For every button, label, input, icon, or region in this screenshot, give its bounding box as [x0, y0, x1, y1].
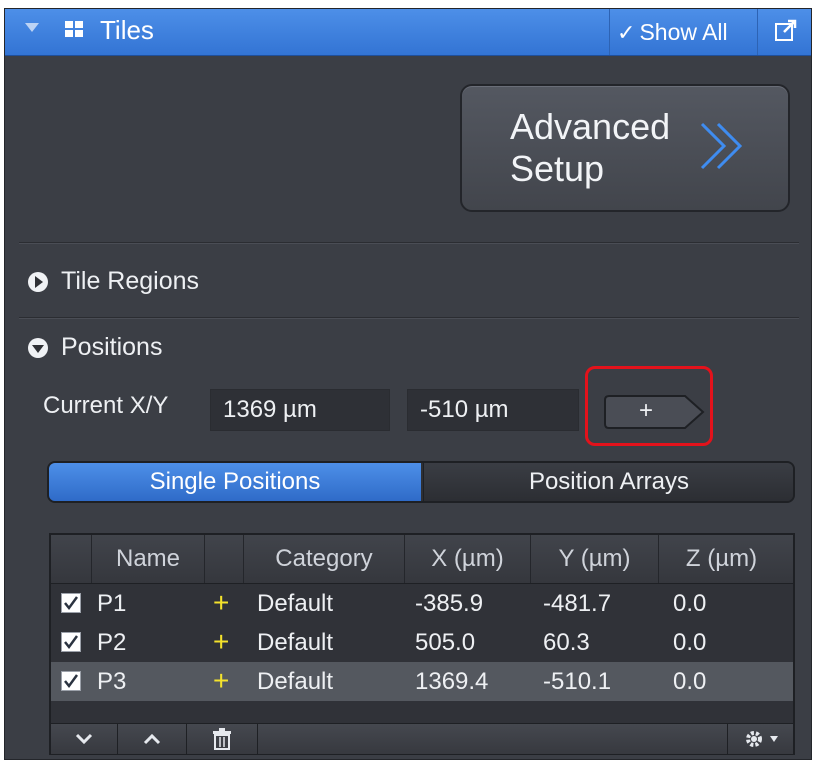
table-footer-toolbar [51, 723, 793, 754]
row-z: 0.0 [673, 668, 707, 695]
row-x: -385.9 [415, 590, 484, 617]
table-settings-button[interactable] [727, 724, 794, 754]
row-x: 505.0 [415, 629, 476, 656]
positions-table: Name Category X (µm) Y (µm) Z (µm) P1 + … [49, 533, 795, 755]
trash-icon [213, 728, 231, 750]
table-row-selected[interactable]: P3 + Default 1369.4 -510.1 0.0 [51, 662, 793, 701]
row-y: -510.1 [543, 668, 612, 695]
tab-position-arrays[interactable]: Position Arrays [423, 463, 793, 501]
check-icon: ✓ [617, 20, 636, 45]
row-name: P1 [97, 590, 127, 617]
column-header-marker[interactable] [204, 535, 243, 583]
column-header-x[interactable]: X (µm) [404, 535, 530, 583]
tiles-panel: Tiles ✓ Show All Advanced Setup Tile Regi… [4, 8, 812, 760]
column-header-y[interactable]: Y (µm) [530, 535, 658, 583]
expand-right-icon [28, 272, 48, 293]
delete-position-button[interactable] [187, 724, 258, 754]
undock-icon[interactable] [775, 19, 797, 41]
row-category: Default [257, 629, 334, 656]
row-checkbox[interactable] [61, 593, 81, 613]
tile-regions-section-toggle[interactable]: Tile Regions [27, 267, 199, 301]
row-y: -481.7 [543, 590, 612, 617]
row-name: P2 [97, 629, 127, 656]
panel-title: Tiles [100, 15, 154, 45]
chevron-down-icon [75, 733, 93, 745]
row-y: 60.3 [543, 629, 590, 656]
advanced-setup-label: Advanced Setup [510, 106, 671, 189]
highlight-box [585, 366, 713, 446]
tiles-icon [65, 21, 87, 41]
positions-label: Positions [61, 333, 163, 361]
row-x: 1369.4 [415, 668, 489, 695]
column-header-check[interactable] [51, 535, 91, 583]
row-z: 0.0 [673, 629, 707, 656]
current-y-field: -510 µm [407, 389, 579, 431]
show-all-button[interactable]: ✓ Show All [617, 15, 747, 49]
row-z: 0.0 [673, 590, 707, 617]
row-category: Default [257, 590, 334, 617]
column-header-z[interactable]: Z (µm) [658, 535, 784, 583]
row-checkbox[interactable] [61, 632, 81, 652]
position-marker-icon: + [213, 587, 230, 618]
table-header: Name Category X (µm) Y (µm) Z (µm) [51, 535, 793, 584]
row-name: P3 [97, 668, 127, 695]
gear-icon [746, 731, 778, 747]
panel-header[interactable]: Tiles ✓ Show All [5, 9, 811, 56]
position-mode-tabs: Single Positions Position Arrays [47, 461, 795, 503]
column-header-name[interactable]: Name [91, 535, 204, 583]
tab-single-positions[interactable]: Single Positions [49, 463, 421, 501]
move-up-button[interactable] [118, 724, 187, 754]
chevron-up-icon [143, 733, 161, 745]
move-down-button[interactable] [51, 724, 118, 754]
advanced-setup-button[interactable]: Advanced Setup [460, 84, 790, 212]
show-all-label: Show All [639, 19, 728, 45]
row-category: Default [257, 668, 334, 695]
table-row[interactable]: P2 + Default 505.0 60.3 0.0 [51, 623, 793, 662]
positions-section-toggle[interactable]: Positions [27, 333, 162, 367]
current-x-field: 1369 µm [210, 389, 390, 431]
current-xy-label: Current X/Y [43, 392, 169, 419]
position-marker-icon: + [213, 626, 230, 657]
expand-down-icon [28, 338, 48, 359]
position-marker-icon: + [213, 665, 230, 696]
collapse-arrow-icon[interactable] [25, 23, 39, 32]
row-checkbox[interactable] [61, 671, 81, 691]
column-header-category[interactable]: Category [243, 535, 404, 583]
tile-regions-label: Tile Regions [61, 267, 200, 295]
table-row[interactable]: P1 + Default -385.9 -481.7 0.0 [51, 584, 793, 623]
divider [19, 242, 799, 243]
divider [19, 317, 799, 318]
double-chevron-right-icon [700, 122, 743, 170]
